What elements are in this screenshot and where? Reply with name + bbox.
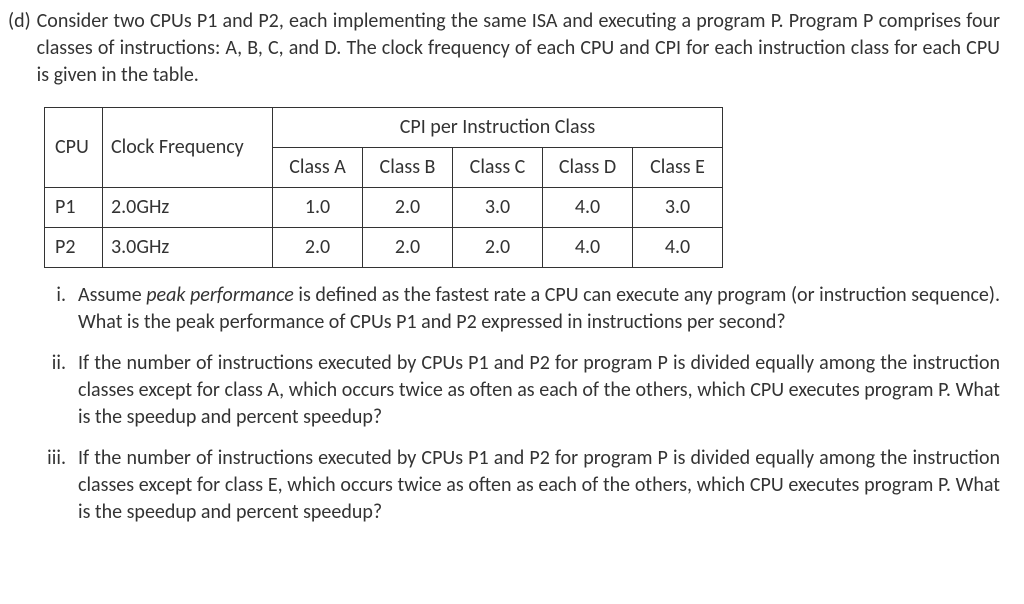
cell-val: 2.0	[453, 228, 543, 268]
subpart-label: i.	[44, 282, 78, 309]
header-cpu: CPU	[45, 108, 103, 188]
header-class-e: Class E	[633, 148, 723, 188]
header-class-d: Class D	[543, 148, 633, 188]
header-class-a: Class A	[273, 148, 363, 188]
cell-freq: 2.0GHz	[103, 188, 273, 228]
problem-header: (d) Consider two CPUs P1 and P2, each im…	[8, 8, 1000, 89]
subparts-list: i. Assume peak performance is defined as…	[8, 282, 1000, 526]
cell-val: 3.0	[633, 188, 723, 228]
problem-intro: Consider two CPUs P1 and P2, each implem…	[37, 8, 1000, 89]
cell-val: 3.0	[453, 188, 543, 228]
subpart-iii: iii. If the number of instructions execu…	[8, 445, 1000, 526]
subpart-i: i. Assume peak performance is defined as…	[8, 282, 1000, 336]
table-row: P1 2.0GHz 1.0 2.0 3.0 4.0 3.0	[45, 188, 723, 228]
cell-val: 2.0	[363, 228, 453, 268]
cell-val: 1.0	[273, 188, 363, 228]
problem-label: (d)	[8, 8, 37, 35]
cell-freq: 3.0GHz	[103, 228, 273, 268]
table-row: P2 3.0GHz 2.0 2.0 2.0 4.0 4.0	[45, 228, 723, 268]
cell-val: 2.0	[363, 188, 453, 228]
cell-val: 4.0	[543, 228, 633, 268]
cell-val: 4.0	[543, 188, 633, 228]
cell-val: 2.0	[273, 228, 363, 268]
header-cpi: CPI per Instruction Class	[273, 108, 723, 148]
subpart-text: If the number of instructions executed b…	[78, 445, 1000, 526]
text-italic: peak performance	[146, 283, 294, 307]
header-frequency: Clock Frequency	[103, 108, 273, 188]
subpart-text: Assume peak performance is defined as th…	[78, 282, 1000, 336]
text-pre: Assume	[78, 283, 146, 307]
cell-cpu: P1	[45, 188, 103, 228]
cpi-table: CPU Clock Frequency CPI per Instruction …	[44, 107, 723, 268]
cell-cpu: P2	[45, 228, 103, 268]
subpart-label: ii.	[44, 350, 78, 377]
subpart-ii: ii. If the number of instructions execut…	[8, 350, 1000, 431]
subpart-text: If the number of instructions executed b…	[78, 350, 1000, 431]
subpart-label: iii.	[44, 445, 78, 472]
cell-val: 4.0	[633, 228, 723, 268]
header-class-b: Class B	[363, 148, 453, 188]
header-class-c: Class C	[453, 148, 543, 188]
